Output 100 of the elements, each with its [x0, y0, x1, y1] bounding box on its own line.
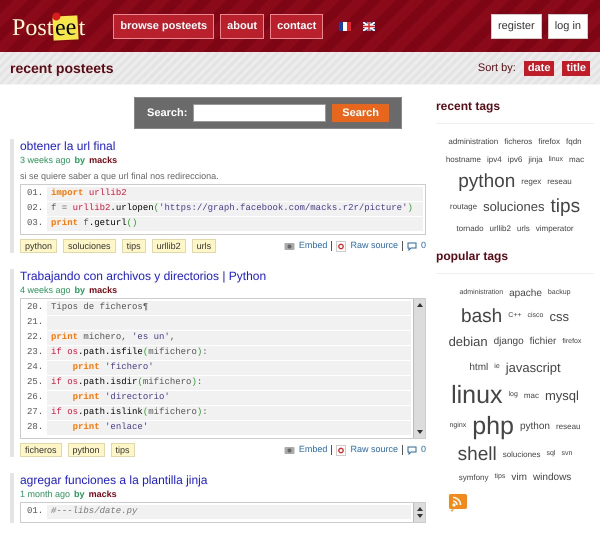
- line-number: 03.: [26, 217, 44, 230]
- line-number: 21.: [26, 316, 44, 330]
- tag-cloud-link[interactable]: mac: [524, 390, 539, 402]
- tag-cloud-link[interactable]: mac: [569, 154, 584, 166]
- line-number: 20.: [26, 301, 44, 314]
- tag-cloud-link[interactable]: html: [469, 360, 488, 375]
- by-label: by: [74, 154, 86, 166]
- tag-cloud-link[interactable]: ficheros: [504, 136, 532, 148]
- tag-cloud-link[interactable]: ipv6: [508, 154, 522, 166]
- sort-label: Sort by:: [478, 60, 516, 76]
- tag-cloud-link[interactable]: symfony: [458, 472, 488, 484]
- page-title: recent posteets: [10, 58, 114, 78]
- line-number: 23.: [26, 346, 44, 360]
- tag-cloud-link[interactable]: regex: [521, 176, 542, 188]
- comment-icon: [406, 242, 417, 250]
- line-number: 22.: [26, 331, 44, 344]
- tag-link[interactable]: soluciones: [63, 239, 116, 253]
- tag-cloud-link[interactable]: bash: [461, 306, 502, 326]
- embed-link[interactable]: Embed: [298, 443, 328, 457]
- search-label: Search:: [147, 106, 188, 121]
- tag-cloud-link[interactable]: javascript: [506, 358, 561, 377]
- document-icon: [336, 444, 346, 456]
- line-number: 28.: [26, 421, 44, 434]
- account-link[interactable]: register: [491, 14, 542, 38]
- tag-cloud-link[interactable]: vim: [511, 470, 527, 485]
- line-number: 02.: [26, 202, 44, 216]
- tag-cloud-link[interactable]: administration: [448, 136, 498, 148]
- embed-link[interactable]: Embed: [298, 239, 328, 253]
- author-link[interactable]: macks: [88, 488, 117, 500]
- comment-count[interactable]: 0: [420, 239, 426, 253]
- tag-cloud-link[interactable]: ipv4: [487, 154, 502, 166]
- tag-cloud-link[interactable]: debian: [448, 332, 488, 352]
- line-number: 24.: [26, 361, 44, 374]
- post-title[interactable]: Trabajando con archivos y directorios | Python: [20, 269, 426, 284]
- author-link[interactable]: macks: [89, 284, 118, 296]
- embed-icon: [284, 241, 295, 251]
- tag-cloud-link[interactable]: mysql: [544, 386, 579, 406]
- post-title[interactable]: obtener la url final: [20, 139, 426, 154]
- account-link[interactable]: log in: [548, 14, 588, 38]
- line-number: 01.: [26, 187, 44, 200]
- tag-link[interactable]: ficheros: [20, 443, 62, 457]
- line-number: 01.: [26, 505, 44, 518]
- tag-cloud-link[interactable]: vimperator: [536, 222, 574, 234]
- post-description: si se quiere saber a que url final nos redirecciona.: [20, 170, 220, 182]
- tag-link[interactable]: python: [20, 239, 58, 253]
- embed-icon: [284, 445, 295, 455]
- line-number: 25.: [26, 376, 44, 390]
- raw-source-link[interactable]: Raw source: [350, 239, 398, 253]
- by-label: by: [74, 284, 86, 296]
- tag-cloud-link[interactable]: python: [520, 419, 550, 434]
- sidebar-heading: popular tags: [436, 246, 594, 274]
- tag-cloud-link[interactable]: windows: [532, 470, 572, 485]
- search-field[interactable]: [193, 104, 326, 122]
- tag-cloud-link[interactable]: tornado: [456, 222, 484, 234]
- tag-cloud-link[interactable]: django: [494, 334, 524, 350]
- tag-cloud-link[interactable]: shell: [458, 445, 497, 464]
- tag-cloud-link[interactable]: reseau: [547, 176, 572, 188]
- sort-option[interactable]: date: [524, 60, 554, 76]
- nav-link[interactable]: about: [220, 14, 264, 38]
- sidebar-heading: recent tags: [436, 97, 594, 124]
- tag-cloud-link[interactable]: soluciones: [483, 197, 544, 216]
- site-logo[interactable]: Posteet: [12, 12, 86, 40]
- tag-cloud-link[interactable]: urls: [516, 222, 530, 234]
- tag-cloud-link[interactable]: hostname: [446, 154, 481, 166]
- scrollbar[interactable]: [413, 299, 425, 438]
- post-title[interactable]: agregar funciones a la plantilla jinja: [20, 473, 426, 488]
- raw-source-link[interactable]: Raw source: [350, 443, 398, 457]
- tag-cloud-link[interactable]: firefox: [538, 136, 560, 148]
- document-icon: [336, 240, 346, 252]
- tag-cloud-link[interactable]: tips: [550, 197, 580, 216]
- comment-count[interactable]: 0: [420, 443, 426, 457]
- tag-link[interactable]: tips: [110, 443, 135, 457]
- tag-link[interactable]: urls: [192, 239, 216, 253]
- tag-cloud-link[interactable]: urllib2: [490, 222, 511, 234]
- french-flag-icon[interactable]: [339, 22, 352, 30]
- tag-cloud-link[interactable]: apache: [509, 286, 542, 300]
- tag-cloud-link[interactable]: python: [458, 172, 516, 191]
- british-flag-icon[interactable]: [363, 22, 376, 30]
- tag-cloud-link[interactable]: fqdn: [566, 136, 582, 148]
- author-link[interactable]: macks: [89, 154, 118, 166]
- tag-cloud-link[interactable]: linux: [451, 383, 502, 408]
- line-number: 27.: [26, 406, 44, 420]
- nav-link[interactable]: contact: [270, 14, 324, 38]
- tag-cloud-link[interactable]: routage: [450, 200, 478, 213]
- by-label: by: [74, 488, 85, 500]
- tag-link[interactable]: urllib2: [152, 239, 186, 253]
- nav-link[interactable]: browse posteets: [113, 14, 214, 38]
- tag-cloud-link[interactable]: jinja: [528, 154, 543, 166]
- line-number: 26.: [26, 391, 44, 404]
- tag-cloud-link[interactable]: php: [472, 414, 514, 439]
- scrollbar[interactable]: [413, 503, 425, 522]
- tag-cloud-link[interactable]: fichier: [530, 334, 556, 350]
- post-age: 4 weeks ago: [20, 284, 71, 296]
- comment-icon: [406, 446, 417, 454]
- tag-link[interactable]: python: [68, 443, 105, 457]
- sort-option[interactable]: title: [562, 60, 590, 76]
- tag-cloud-link[interactable]: reseau: [556, 420, 580, 432]
- tag-cloud-link[interactable]: css: [549, 306, 569, 326]
- tag-cloud-link[interactable]: soluciones: [502, 448, 541, 460]
- tag-link[interactable]: tips: [122, 239, 146, 253]
